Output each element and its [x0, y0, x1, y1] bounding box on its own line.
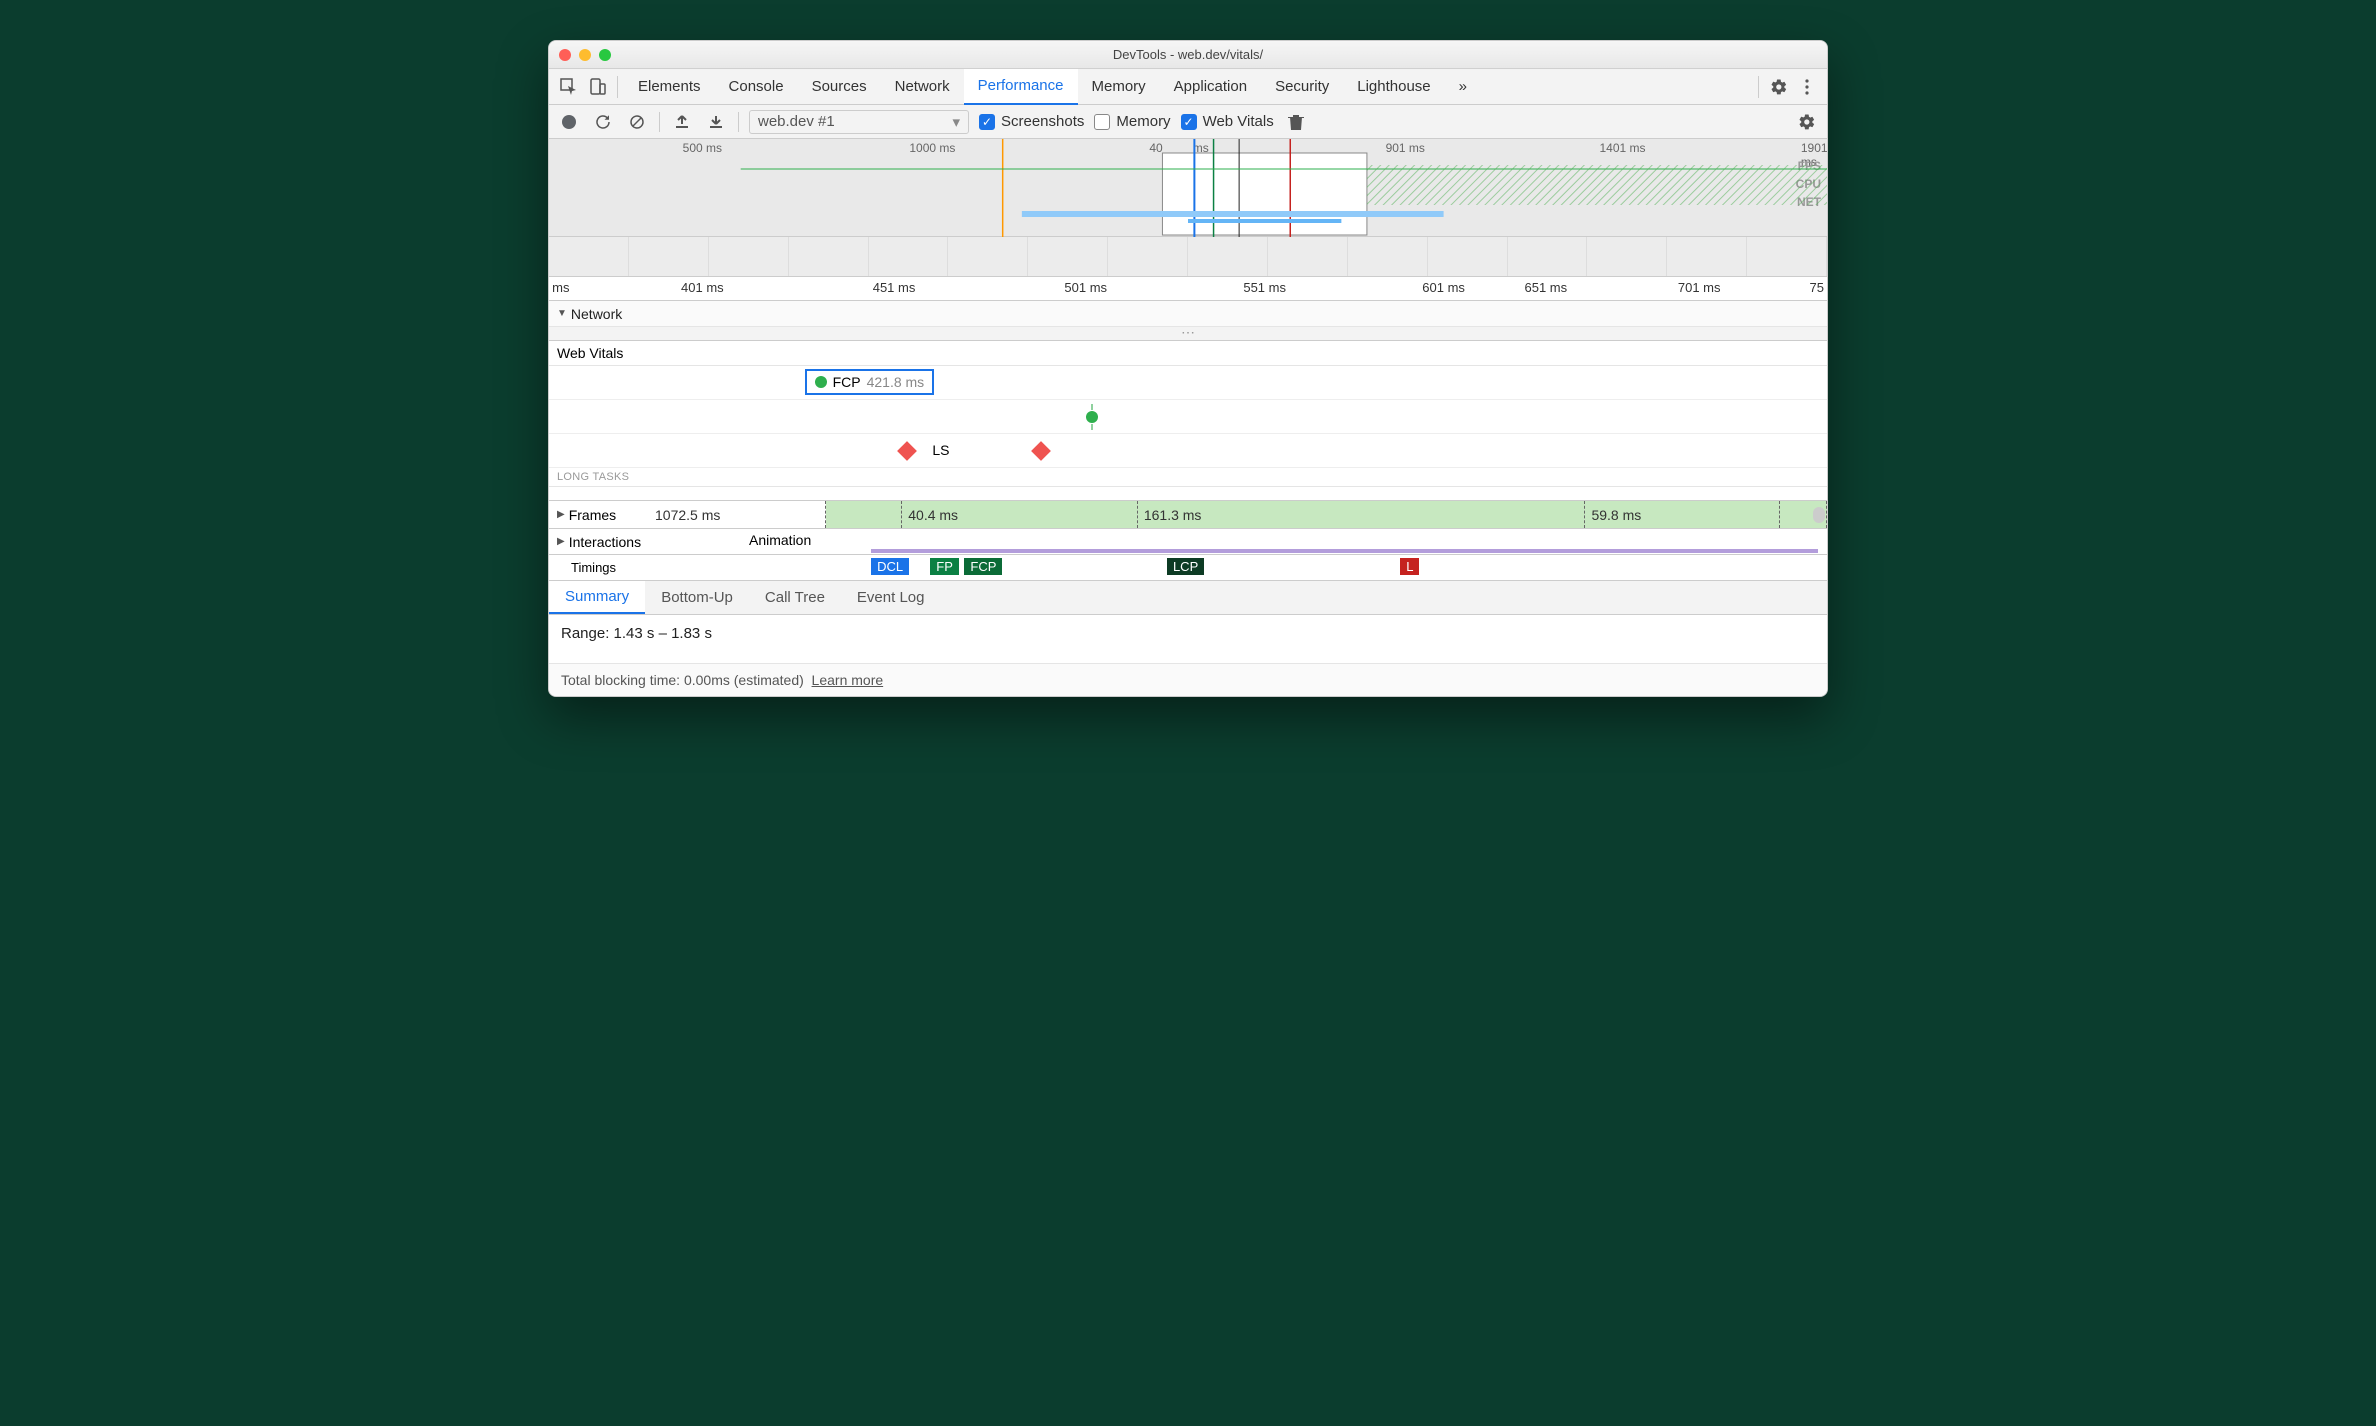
tab-lighthouse[interactable]: Lighthouse: [1343, 69, 1444, 105]
ruler-tick: 651 ms: [1525, 280, 1568, 295]
checkbox-unchecked-icon: [1094, 114, 1110, 130]
frame-segment[interactable]: 59.8 ms: [1585, 501, 1779, 528]
details-tab-summary[interactable]: Summary: [549, 581, 645, 614]
time-ruler[interactable]: 1 ms 401 ms 451 ms 501 ms 551 ms 601 ms 651 ms…: [549, 277, 1827, 301]
webvitals-checkbox[interactable]: ✓ Web Vitals: [1181, 113, 1274, 130]
timing-mark-l[interactable]: L: [1400, 558, 1419, 575]
disclosure-triangle-icon: ▶: [557, 536, 565, 547]
details-tabs: SummaryBottom-UpCall TreeEvent Log: [549, 581, 1827, 615]
animation-label: Animation: [749, 532, 811, 548]
screenshots-checkbox[interactable]: ✓ Screenshots: [979, 113, 1084, 130]
webvitals-fcp-lane[interactable]: FCP 421.8 ms: [549, 366, 1827, 400]
filmstrip[interactable]: [549, 237, 1827, 277]
recording-select-label: web.dev #1: [758, 113, 835, 130]
kebab-menu-icon[interactable]: [1793, 73, 1821, 101]
ls-label: LS: [932, 442, 949, 458]
section-resizer[interactable]: ⋯: [549, 327, 1827, 341]
device-toggle-icon[interactable]: [583, 73, 611, 101]
save-profile-icon[interactable]: [704, 110, 728, 134]
checkbox-checked-icon: ✓: [1181, 114, 1197, 130]
inspect-icon[interactable]: [555, 73, 583, 101]
scrollbar-thumb[interactable]: [1813, 507, 1825, 523]
tab-elements[interactable]: Elements: [624, 69, 715, 105]
ruler-tick: 1 ms: [548, 280, 569, 295]
ruler-tick: 701 ms: [1678, 280, 1721, 295]
webvitals-section-title: Web Vitals: [549, 341, 1827, 366]
webvitals-ls-lane[interactable]: LS: [549, 434, 1827, 468]
details-tab-call-tree[interactable]: Call Tree: [749, 581, 841, 614]
footer: Total blocking time: 0.00ms (estimated) …: [549, 663, 1827, 696]
tab-security[interactable]: Security: [1261, 69, 1343, 105]
fcp-time: 421.8 ms: [867, 374, 925, 390]
details-tab-event-log[interactable]: Event Log: [841, 581, 941, 614]
overview-minimap[interactable]: 500 ms1000 ms40ms901 ms1401 ms1901 ms FP…: [549, 139, 1827, 237]
fcp-badge[interactable]: FCP 421.8 ms: [805, 369, 935, 395]
good-marker-icon[interactable]: [1086, 411, 1098, 423]
ruler-tick: 601 ms: [1422, 280, 1465, 295]
layout-shift-marker-icon[interactable]: [1031, 441, 1051, 461]
timings-row[interactable]: Timings DCLFPFCPLCPL: [549, 555, 1827, 581]
ruler-tick: 551 ms: [1243, 280, 1286, 295]
load-profile-icon[interactable]: [670, 110, 694, 134]
details-tab-bottom-up[interactable]: Bottom-Up: [645, 581, 749, 614]
summary-range: Range: 1.43 s – 1.83 s: [561, 625, 1815, 642]
recording-select[interactable]: web.dev #1 ▾: [749, 110, 969, 134]
timing-mark-lcp[interactable]: LCP: [1167, 558, 1204, 575]
panel-tabs: ElementsConsoleSourcesNetworkPerformance…: [549, 69, 1827, 105]
disclosure-triangle-icon: ▶: [557, 509, 565, 520]
animation-bar[interactable]: [871, 549, 1818, 553]
timing-mark-dcl[interactable]: DCL: [871, 558, 909, 575]
trash-icon[interactable]: [1284, 110, 1308, 134]
checkbox-checked-icon: ✓: [979, 114, 995, 130]
ruler-tick: 501 ms: [1064, 280, 1107, 295]
interactions-row[interactable]: ▶Interactions Animation: [549, 529, 1827, 555]
tabs-overflow[interactable]: »: [1445, 69, 1481, 105]
reload-button[interactable]: [591, 110, 615, 134]
ruler-tick: 401 ms: [681, 280, 724, 295]
capture-settings-icon[interactable]: [1795, 110, 1819, 134]
window-title: DevTools - web.dev/vitals/: [549, 47, 1827, 62]
tab-console[interactable]: Console: [715, 69, 798, 105]
chevron-down-icon: ▾: [952, 113, 960, 131]
tab-application[interactable]: Application: [1160, 69, 1261, 105]
disclosure-triangle-icon: ▼: [557, 308, 567, 319]
overview-graphic: [549, 139, 1827, 237]
frame-segment[interactable]: 161.3 ms: [1138, 501, 1586, 528]
tab-performance[interactable]: Performance: [964, 69, 1078, 105]
tab-network[interactable]: Network: [881, 69, 964, 105]
perf-toolbar: web.dev #1 ▾ ✓ Screenshots Memory ✓ Web …: [549, 105, 1827, 139]
frames-row[interactable]: ▶Frames 1072.5 ms40.4 ms161.3 ms59.8 ms: [549, 501, 1827, 529]
titlebar: DevTools - web.dev/vitals/: [549, 41, 1827, 69]
frame-segment[interactable]: 1072.5 ms: [649, 501, 826, 528]
frame-segment[interactable]: 40.4 ms: [902, 501, 1138, 528]
timing-mark-fcp[interactable]: FCP: [964, 558, 1002, 575]
webvitals-lane-2[interactable]: [549, 400, 1827, 434]
frame-segment[interactable]: [826, 501, 903, 528]
tbt-text: Total blocking time: 0.00ms (estimated): [561, 672, 804, 688]
tab-memory[interactable]: Memory: [1078, 69, 1160, 105]
fcp-name: FCP: [833, 374, 861, 390]
devtools-window: DevTools - web.dev/vitals/ ElementsConso…: [548, 40, 1828, 697]
ruler-tick: 451 ms: [873, 280, 916, 295]
tab-sources[interactable]: Sources: [798, 69, 881, 105]
timing-mark-fp[interactable]: FP: [930, 558, 959, 575]
summary-panel: Range: 1.43 s – 1.83 s: [549, 615, 1827, 663]
memory-checkbox[interactable]: Memory: [1094, 113, 1170, 130]
long-tasks-label: LONG TASKS: [549, 468, 1827, 487]
record-button[interactable]: [557, 110, 581, 134]
clear-button[interactable]: [625, 110, 649, 134]
good-dot-icon: [815, 376, 827, 388]
long-tasks-lane[interactable]: [549, 487, 1827, 501]
learn-more-link[interactable]: Learn more: [812, 672, 884, 688]
ruler-tick: 75: [1810, 280, 1824, 295]
layout-shift-marker-icon[interactable]: [897, 441, 917, 461]
settings-icon[interactable]: [1765, 73, 1793, 101]
